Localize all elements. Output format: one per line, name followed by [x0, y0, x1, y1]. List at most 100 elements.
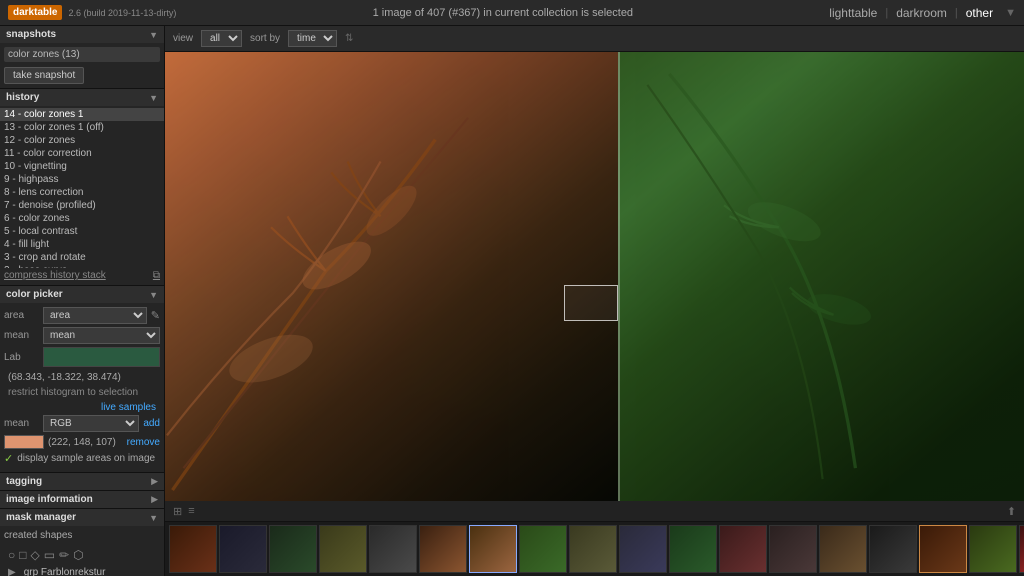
mask-manager-title: mask manager: [6, 512, 76, 523]
cp-rgb-select[interactable]: RGB: [43, 415, 139, 432]
history-content: 14 - color zones 1 13 - color zones 1 (o…: [0, 106, 164, 285]
history-item-6[interactable]: 6 - color zones: [0, 212, 164, 225]
mask-path-icon[interactable]: ◇: [31, 548, 40, 562]
filmstrip-thumb-17[interactable]: [969, 525, 1017, 573]
sort-direction-icon[interactable]: ⇅: [345, 33, 353, 44]
cp-mode-label: Lab: [4, 352, 39, 363]
image-info-section: image information ▶: [0, 491, 164, 509]
image-info-title: image information: [6, 494, 93, 505]
snapshots-content: color zones (13) take snapshot: [0, 43, 164, 88]
mask-circle-icon[interactable]: ○: [8, 548, 15, 562]
history-item-3[interactable]: 3 - crop and rotate: [0, 251, 164, 264]
mask-manager-header[interactable]: mask manager ▼: [0, 509, 164, 526]
cp-live-samples[interactable]: live samples: [4, 400, 160, 415]
color-picker-header[interactable]: color picker ▼: [0, 286, 164, 303]
top-bar: darktable 2.6 (build 2019-11-13-dirty) 1…: [0, 0, 1024, 26]
filmstrip-thumb-15[interactable]: [869, 525, 917, 573]
filmstrip-icons-right: ⬆ ⬇ ★ ⚑: [1007, 505, 1024, 518]
mask-gradient-icon[interactable]: ▭: [44, 548, 55, 562]
filmstrip-thumb-1[interactable]: [169, 525, 217, 573]
history-item-14[interactable]: 14 - color zones 1: [0, 108, 164, 121]
compress-history-link[interactable]: compress history stack ⧉: [0, 268, 164, 283]
cp-display-row: ✓ display sample areas on image: [4, 452, 160, 465]
filmstrip-thumb-6[interactable]: [419, 525, 467, 573]
history-title: history: [6, 92, 39, 103]
filmstrip-thumb-8[interactable]: [519, 525, 567, 573]
filmstrip-thumb-12[interactable]: [719, 525, 767, 573]
fern-svg-left: [165, 52, 618, 501]
cp-sample-values: (222, 148, 107): [48, 437, 116, 448]
history-item-8[interactable]: 8 - lens correction: [0, 186, 164, 199]
filmstrip-thumb-13[interactable]: [769, 525, 817, 573]
history-item-13[interactable]: 13 - color zones 1 (off): [0, 121, 164, 134]
cp-area-select[interactable]: area: [43, 307, 147, 324]
filmstrip-thumb-5[interactable]: [369, 525, 417, 573]
filmstrip-grid-icon[interactable]: ⊞: [173, 505, 182, 518]
mask-item-grp[interactable]: ▶ grp Farblonrekstur: [4, 566, 160, 576]
filmstrip-upload-icon[interactable]: ⬆: [1007, 505, 1016, 518]
mask-manager-section: mask manager ▼ created shapes ○ □ ◇ ▭ ✏ …: [0, 509, 164, 576]
nav-lighttable[interactable]: lighttable: [829, 6, 877, 20]
history-item-9[interactable]: 9 - highpass: [0, 173, 164, 186]
filmstrip-thumb-9[interactable]: [569, 525, 617, 573]
snapshots-title: snapshots: [6, 29, 56, 40]
image-toolbar: view all sort by time ⇅ ▲: [165, 26, 1024, 52]
image-info-header[interactable]: image information ▶: [0, 491, 164, 508]
cp-swatch-row: (222, 148, 107) remove: [4, 435, 160, 449]
cp-display-label: display sample areas on image: [17, 453, 155, 464]
history-item-10[interactable]: 10 - vignetting: [0, 160, 164, 173]
cp-add-button[interactable]: add: [143, 418, 160, 429]
mask-brush-icon[interactable]: ✏: [59, 548, 69, 562]
selection-rectangle: [564, 285, 618, 321]
cp-area-row: area area ✎: [4, 307, 160, 324]
history-list: 14 - color zones 1 13 - color zones 1 (o…: [0, 108, 164, 268]
filmstrip-thumb-14[interactable]: [819, 525, 867, 573]
nav-dropdown-icon[interactable]: ▼: [1005, 7, 1016, 19]
filmstrip-thumb-16[interactable]: [919, 525, 967, 573]
history-item-12[interactable]: 12 - color zones: [0, 134, 164, 147]
filmstrip-thumb-7-active[interactable]: [469, 525, 517, 573]
history-item-4[interactable]: 4 - fill light: [0, 238, 164, 251]
snapshot-item[interactable]: color zones (13): [4, 47, 160, 62]
filmstrip-toolbar: ⊞ ≡ ⬆ ⬇ ★ ⚑: [165, 501, 1024, 521]
main-area: ⤢ ℹ snapshots ▼ color zones (13) take sn…: [0, 26, 1024, 576]
filmstrip-thumb-3[interactable]: [269, 525, 317, 573]
history-item-11[interactable]: 11 - color correction: [0, 147, 164, 160]
fern-svg-right: [618, 52, 1024, 501]
collection-info: 1 image of 407 (#367) in current collect…: [373, 7, 633, 19]
left-panel: ⤢ ℹ snapshots ▼ color zones (13) take sn…: [0, 26, 165, 576]
app-version: 2.6 (build 2019-11-13-dirty): [68, 8, 176, 18]
filmstrip-thumb-4[interactable]: [319, 525, 367, 573]
take-snapshot-button[interactable]: take snapshot: [4, 67, 84, 84]
nav-other[interactable]: other: [966, 6, 993, 20]
history-header[interactable]: history ▼: [0, 89, 164, 106]
cp-display-check[interactable]: ✓: [4, 452, 13, 465]
mask-manager-arrow: ▼: [149, 513, 158, 523]
cp-remove-button[interactable]: remove: [127, 437, 160, 448]
filmstrip-thumb-2[interactable]: [219, 525, 267, 573]
snapshots-header[interactable]: snapshots ▼: [0, 26, 164, 43]
history-item-5[interactable]: 5 - local contrast: [0, 225, 164, 238]
cp-area-icon[interactable]: ✎: [151, 309, 160, 322]
filmstrip-thumb-10[interactable]: [619, 525, 667, 573]
mask-shapes-toolbar: ○ □ ◇ ▭ ✏ ⬡: [4, 544, 160, 566]
cp-color-bar: [43, 347, 160, 367]
image-divider: [618, 52, 620, 501]
tagging-header[interactable]: tagging ▶: [0, 473, 164, 490]
color-picker-title: color picker: [6, 289, 63, 300]
mask-clone-icon[interactable]: ⬡: [73, 548, 83, 562]
cp-restrict-text[interactable]: restrict histogram to selection: [4, 385, 160, 400]
mask-manager-content: created shapes ○ □ ◇ ▭ ✏ ⬡ ▶ grp Farblon…: [0, 526, 164, 576]
nav-darkroom[interactable]: darkroom: [896, 6, 947, 20]
view-select[interactable]: all: [201, 30, 242, 47]
cp-mean-select[interactable]: mean: [43, 327, 160, 344]
mask-rect-icon[interactable]: □: [19, 548, 26, 562]
filmstrip-thumb-18[interactable]: [1019, 525, 1024, 573]
app-logo: darktable: [8, 5, 62, 20]
history-item-7[interactable]: 7 - denoise (profiled): [0, 199, 164, 212]
filmstrip-list-icon[interactable]: ≡: [188, 505, 194, 518]
sort-select[interactable]: time: [288, 30, 337, 47]
filmstrip: [165, 521, 1024, 576]
filmstrip-thumb-11[interactable]: [669, 525, 717, 573]
sort-label: sort by: [250, 33, 280, 44]
